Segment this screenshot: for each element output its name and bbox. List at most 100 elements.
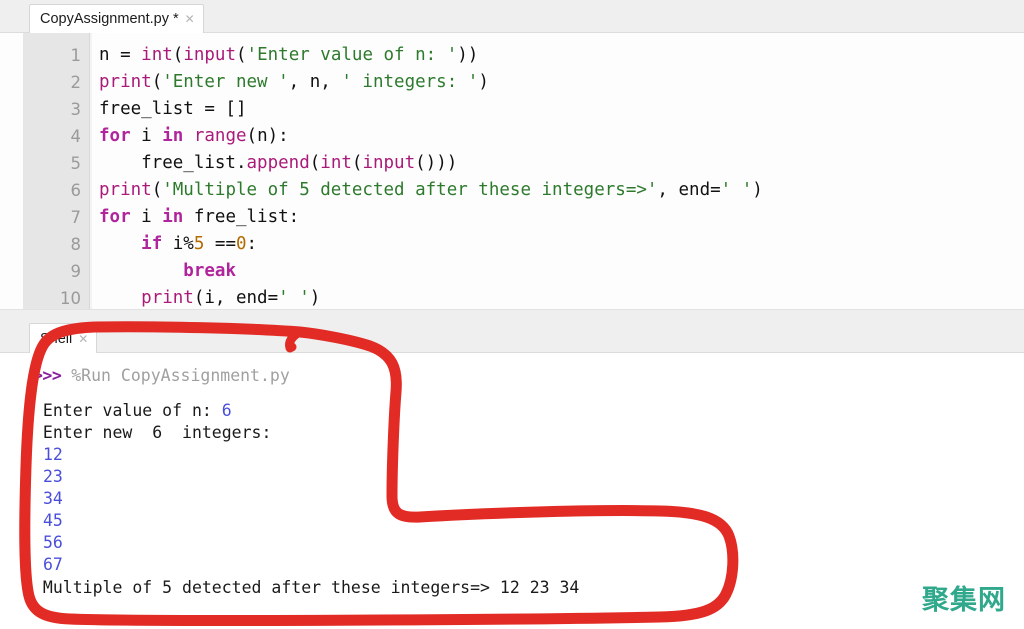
code-token: ' integers: ': [341, 72, 479, 92]
code-text: free_list.append(int(input())): [99, 150, 457, 177]
code-line: 2 print('Enter new ', n, ' integers: '): [0, 69, 1024, 96]
code-token: 'Enter value of n: ': [246, 45, 458, 65]
code-token: print: [141, 288, 194, 308]
code-token: , end=: [657, 180, 721, 200]
shell-line: 56: [33, 532, 63, 553]
shell-line: 67: [33, 554, 63, 575]
shell-line: >>> %Run CopyAssignment.py: [33, 365, 290, 386]
code-token: ): [752, 180, 763, 200]
code-token: free_list = []: [99, 99, 247, 119]
shell-tab-label: Shell: [40, 330, 73, 347]
code-text: n = int(input('Enter value of n: ')): [99, 42, 478, 69]
shell-line: 45: [33, 510, 63, 531]
shell-tab[interactable]: Shell ✕: [29, 323, 98, 354]
code-token: (: [309, 153, 321, 173]
code-token: print: [99, 180, 152, 200]
code-token: print: [99, 72, 152, 92]
shell-text: [33, 533, 43, 552]
shell-text: Enter value of n:: [33, 401, 222, 420]
line-number: 8: [70, 235, 82, 254]
editor-tab-copyassignment[interactable]: CopyAssignment.py * ✕: [29, 4, 204, 33]
shell-output-area[interactable]: >>> %Run CopyAssignment.py Enter value o…: [0, 353, 1024, 629]
code-token: int: [320, 153, 352, 173]
code-line: 9 break: [0, 258, 1024, 285]
code-token: , n,: [288, 72, 342, 92]
shell-text: [33, 555, 43, 574]
shell-line: Enter value of n: 6: [33, 400, 232, 421]
code-token: (: [172, 45, 184, 65]
line-number: 6: [70, 181, 82, 200]
code-line: 8 if i%5 ==0:: [0, 231, 1024, 258]
shell-text: 45: [42, 511, 63, 530]
code-token: )): [457, 45, 479, 65]
code-text: break: [99, 258, 236, 285]
shell-text: 56: [42, 533, 63, 552]
code-text: if i%5 ==0:: [99, 231, 257, 258]
code-token: ): [478, 72, 489, 92]
code-token: int: [141, 45, 173, 65]
shell-text: [33, 511, 43, 530]
code-token: append: [246, 153, 310, 173]
shell-prompt: >>>: [33, 366, 62, 385]
line-number: 10: [60, 289, 81, 308]
shell-text: 23: [42, 467, 63, 486]
code-text: print('Multiple of 5 detected after thes…: [99, 177, 763, 204]
shell-text: [33, 489, 43, 508]
line-number: 7: [70, 208, 82, 227]
thonny-ide-window: CopyAssignment.py * ✕ 1n = int(input('En…: [0, 0, 1024, 629]
code-token: 0: [236, 234, 247, 254]
code-token: ' ': [720, 180, 753, 200]
close-icon[interactable]: ✕: [185, 13, 195, 25]
code-text: free_list = []: [99, 96, 247, 123]
line-number: 2: [70, 73, 82, 92]
shell-line: 23: [33, 466, 63, 487]
line-number: 4: [70, 127, 82, 146]
line-number: 5: [70, 154, 82, 173]
shell-text: 34: [42, 489, 63, 508]
code-token: (: [351, 153, 363, 173]
code-line: 6 print('Multiple of 5 detected after the…: [0, 177, 1024, 204]
line-number: 1: [70, 46, 82, 65]
watermark-logo: 聚集网: [922, 585, 1006, 616]
code-token: ==: [204, 234, 236, 254]
shell-line: 34: [33, 488, 63, 509]
editor-pane: CopyAssignment.py * ✕ 1n = int(input('En…: [0, 0, 1024, 309]
editor-tab-label: CopyAssignment.py *: [40, 10, 179, 27]
code-line: 10 print(i, end=' '): [0, 285, 1024, 309]
code-token: range: [193, 126, 247, 146]
code-line: 3 free_list = []: [0, 96, 1024, 123]
code-text: for i in free_list:: [99, 204, 299, 231]
shell-line: Enter new 6 integers:: [33, 422, 272, 443]
code-text: print('Enter new ', n, ' integers: '): [99, 69, 489, 96]
code-text: print(i, end=' '): [99, 285, 320, 309]
code-token: 5: [193, 234, 205, 254]
code-token: i%: [162, 234, 194, 254]
shell-tabbar: Shell ✕: [0, 309, 1024, 354]
line-number: 9: [70, 262, 82, 281]
line-number: 3: [70, 100, 82, 119]
code-editor-area[interactable]: 1n = int(input('Enter value of n: ')) 2 pr…: [0, 33, 1024, 309]
shell-text: Multiple of 5 detected after these integ…: [33, 578, 580, 597]
shell-text: %Run CopyAssignment.py: [61, 366, 290, 385]
code-token: ): [309, 288, 321, 308]
code-token: for: [99, 126, 131, 146]
shell-text: [33, 445, 43, 464]
close-icon[interactable]: ✕: [78, 333, 88, 345]
code-token: ())): [415, 153, 458, 173]
shell-pane: Shell ✕ >>> %Run CopyAssignment.py Enter…: [0, 309, 1024, 629]
code-token: free_list.: [99, 153, 247, 173]
code-token: 'Enter new ': [162, 72, 289, 92]
code-line: 4 for i in range(n):: [0, 123, 1024, 150]
shell-line: Multiple of 5 detected after these integ…: [33, 577, 579, 598]
code-token: input: [362, 153, 416, 173]
code-token: if: [141, 234, 163, 254]
code-token: ' ': [278, 288, 310, 308]
shell-text: 6: [221, 401, 232, 420]
shell-line: 12: [33, 444, 63, 465]
editor-tabbar: CopyAssignment.py * ✕: [0, 0, 1024, 33]
code-text: for i in range(n):: [99, 123, 289, 150]
